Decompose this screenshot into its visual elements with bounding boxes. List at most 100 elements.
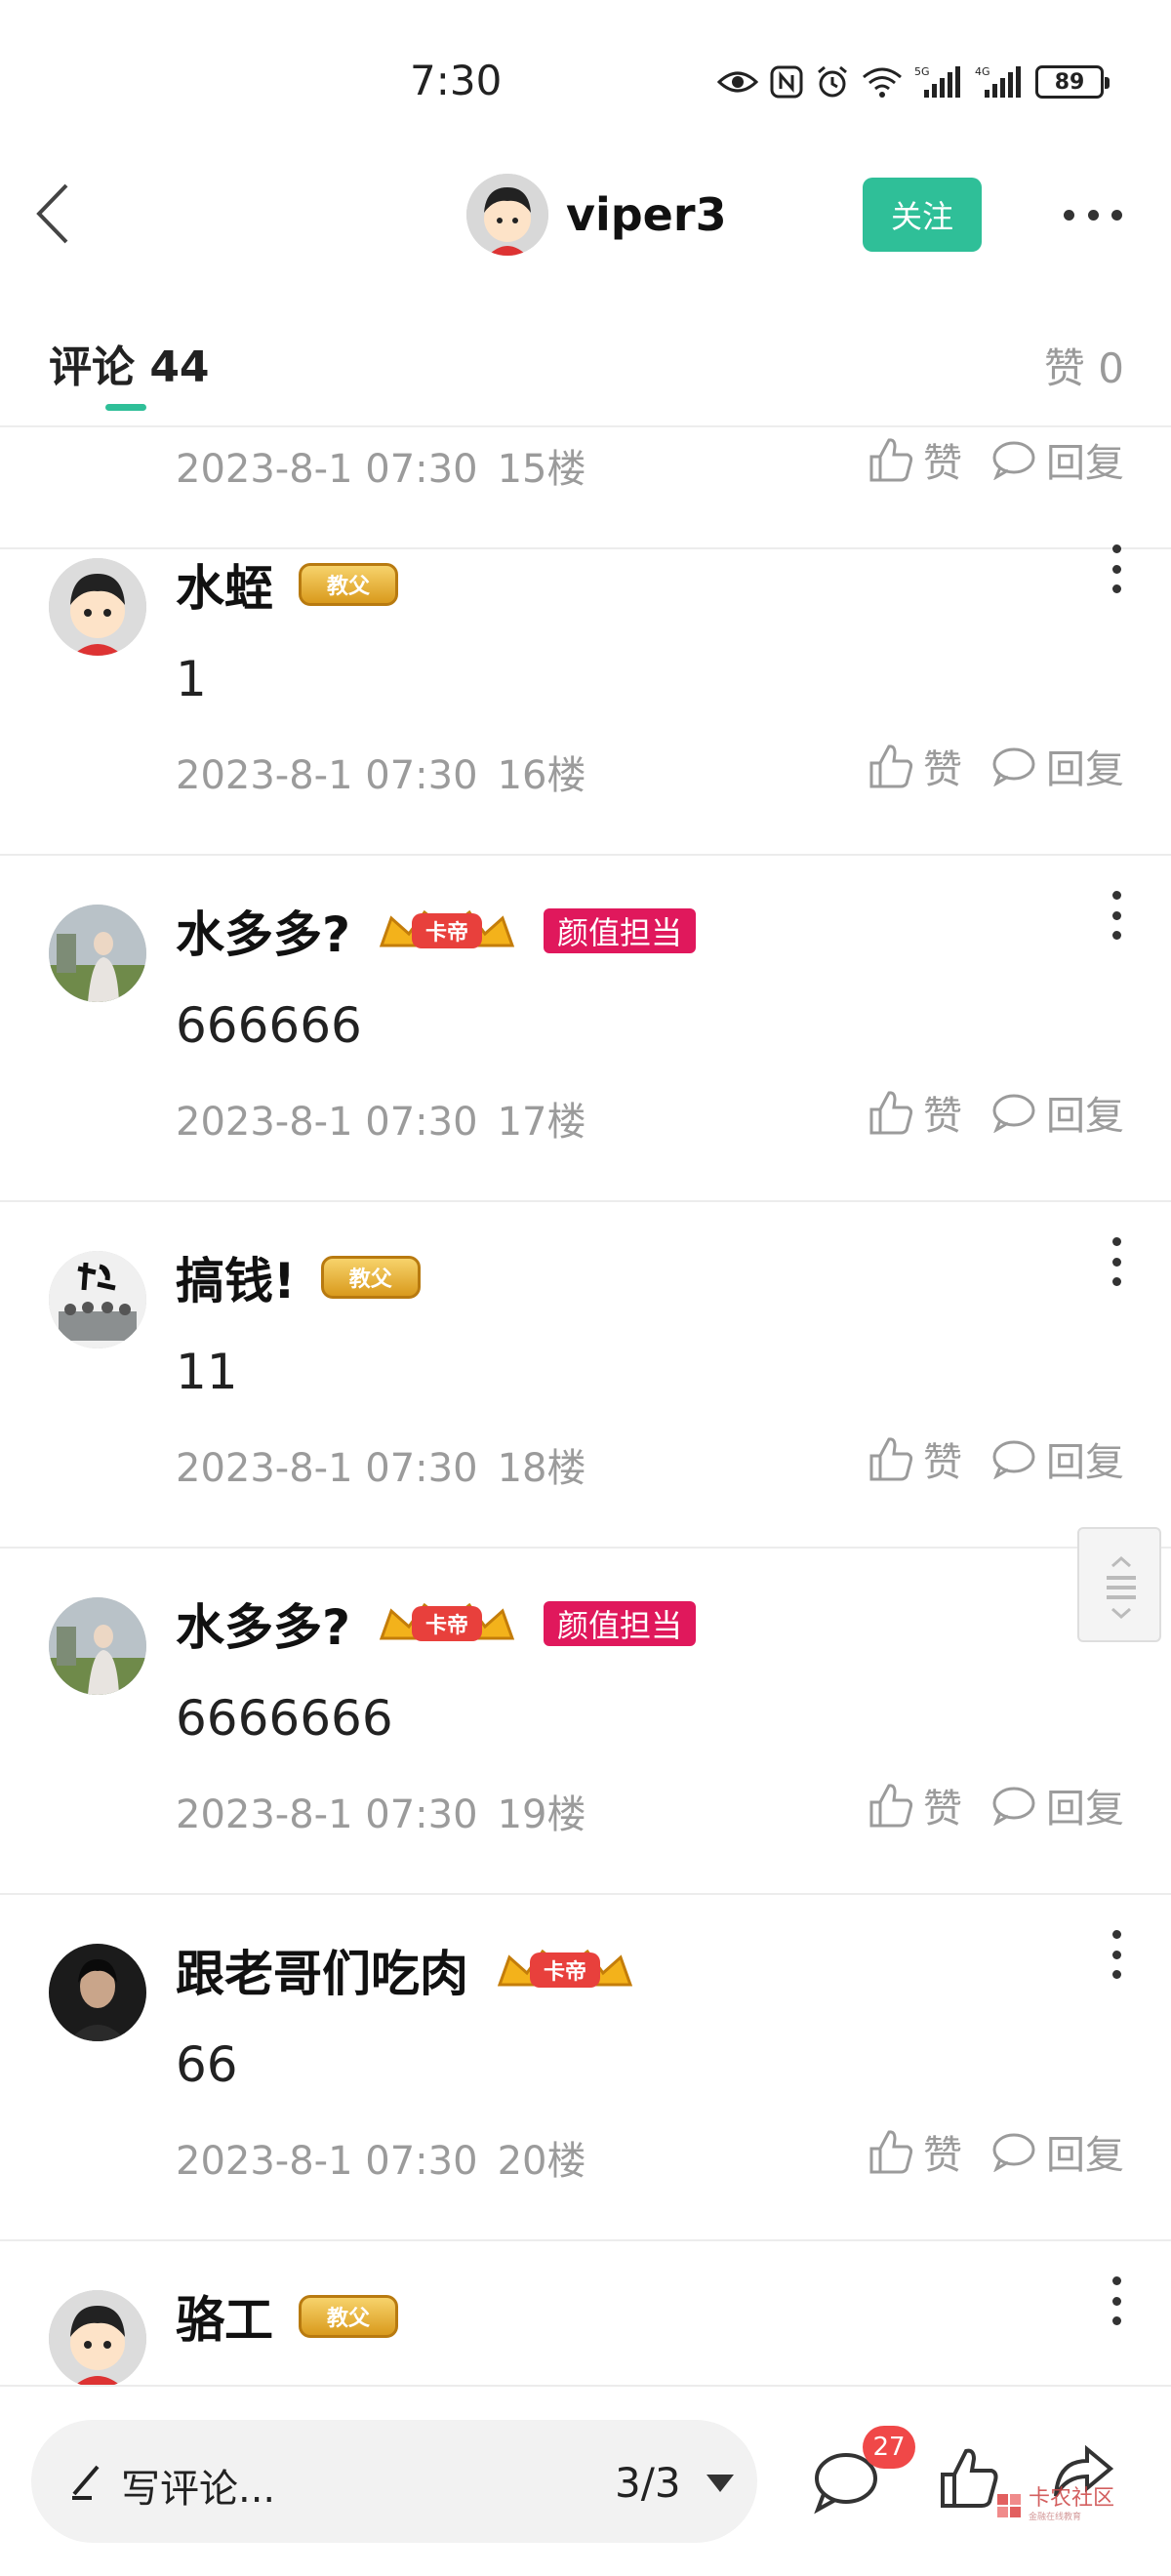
- reply-button[interactable]: 回复: [991, 1430, 1124, 1487]
- like-button[interactable]: 赞: [868, 431, 962, 488]
- avatar[interactable]: [49, 1251, 146, 1348]
- reply-button[interactable]: 回复: [991, 431, 1124, 488]
- tabs: 评论 44 赞 0: [0, 322, 1171, 420]
- reply-bubble-icon: [992, 1094, 1035, 1133]
- comment-header: 水蛭 教父: [176, 550, 398, 619]
- comment-item: 骆工 教父: [0, 2241, 1171, 2385]
- reply-label: 回复: [1046, 1094, 1124, 1139]
- badge-godfather: 教父: [299, 2295, 398, 2338]
- svg-text:4G: 4G: [975, 65, 990, 78]
- status-time: 7:30: [410, 57, 503, 104]
- badge-kadi: 卡帝: [376, 1599, 518, 1648]
- tab-comments[interactable]: 评论 44: [49, 332, 210, 394]
- reply-button[interactable]: 回复: [991, 738, 1124, 794]
- comment-text: 11: [176, 1344, 238, 1400]
- comment-count-badge: 27: [863, 2426, 915, 2469]
- comment-date: 2023-8-1 07:30: [176, 1100, 478, 1145]
- chevron-left-icon: [36, 183, 68, 244]
- more-vertical-icon[interactable]: [1107, 1237, 1126, 1286]
- caret-down-icon[interactable]: [707, 2475, 734, 2492]
- more-vertical-icon[interactable]: [1107, 2276, 1126, 2325]
- tab-likes[interactable]: 赞 0: [1044, 336, 1124, 395]
- avatar[interactable]: [49, 558, 146, 656]
- comment-header: 水多多? 卡帝 颜值担当: [176, 1589, 697, 1659]
- comment-input-placeholder: 写评论...: [121, 2467, 276, 2512]
- comment-username[interactable]: 水多多?: [176, 1589, 350, 1659]
- comment-date: 2023-8-1 07:30: [176, 753, 478, 798]
- reply-button[interactable]: 回复: [991, 2123, 1124, 2180]
- header: viper3 关注: [0, 166, 1171, 263]
- comment-meta: 2023-8-1 07:30 17楼: [176, 1090, 586, 1147]
- reply-label: 回复: [1046, 2133, 1124, 2178]
- comment-meta: 2023-8-1 07:30 18楼: [176, 1436, 586, 1493]
- comment-text: 66: [176, 2036, 238, 2093]
- comment-input[interactable]: 写评论... 3/3: [31, 2420, 757, 2543]
- comment-actions: 赞 回复: [868, 1430, 1124, 1487]
- like-button[interactable]: 赞: [868, 738, 962, 794]
- avatar[interactable]: [466, 174, 548, 256]
- comment-username[interactable]: 搞钱!: [176, 1242, 296, 1312]
- badge-kadi: 卡帝: [494, 1946, 636, 1994]
- more-vertical-icon[interactable]: [1107, 544, 1126, 593]
- thumbs-up-icon: [869, 438, 913, 482]
- comment-meta: 2023-8-1 07:30 19楼: [176, 1783, 586, 1839]
- eye-icon: [717, 68, 758, 96]
- signal-5g-icon: 5G: [914, 64, 963, 100]
- comment-username[interactable]: 水蛭: [176, 549, 273, 620]
- comment-floor: 15楼: [497, 447, 586, 492]
- avatar[interactable]: [49, 1944, 146, 2041]
- comment-username[interactable]: 跟老哥们吃肉: [176, 1935, 468, 2005]
- watermark: 卡农社区 金融在线教育: [995, 2488, 1114, 2522]
- comment-actions: 赞 回复: [868, 1084, 1124, 1141]
- follow-button[interactable]: 关注: [863, 178, 982, 252]
- thumbs-up-icon[interactable]: [939, 2445, 999, 2510]
- comment-text: 6666666: [176, 1690, 393, 1747]
- back-button[interactable]: [29, 180, 78, 248]
- thumbs-up-icon: [869, 2130, 913, 2174]
- page-indicator[interactable]: 3/3: [615, 2459, 681, 2507]
- comment-item: 水多多? 卡帝 颜值担当 6666666 2023-8-1 07:30 19楼 赞 回复: [0, 1549, 1171, 1895]
- reply-label: 回复: [1046, 747, 1124, 792]
- alarm-icon: [815, 64, 850, 100]
- comment-floor: 17楼: [497, 1100, 586, 1145]
- like-label: 赞: [923, 1787, 962, 1831]
- like-button[interactable]: 赞: [868, 1084, 962, 1141]
- like-button[interactable]: 赞: [868, 1777, 962, 1833]
- reply-button[interactable]: 回复: [991, 1084, 1124, 1141]
- avatar[interactable]: [49, 1597, 146, 1695]
- like-button[interactable]: 赞: [868, 1430, 962, 1487]
- header-username: viper3: [566, 188, 727, 241]
- watermark-text: 卡农社区: [1029, 2486, 1115, 2511]
- badge-kadi-label: 卡帝: [412, 913, 483, 948]
- like-label: 赞: [923, 747, 962, 792]
- comment-username[interactable]: 骆工: [176, 2281, 273, 2352]
- scroll-handle[interactable]: [1077, 1527, 1161, 1642]
- comment-username[interactable]: 水多多?: [176, 896, 350, 966]
- comment-floor: 19楼: [497, 1792, 586, 1837]
- comment-item: 水蛭 教父 1 2023-8-1 07:30 16楼 赞 回复: [0, 509, 1171, 856]
- bottom-bar: 写评论... 3/3 27 卡农社区 金融在线教育: [0, 2385, 1171, 2576]
- header-user[interactable]: viper3: [466, 174, 727, 256]
- reply-bubble-icon: [992, 1787, 1035, 1826]
- comment-header: 水多多? 卡帝 颜值担当: [176, 896, 697, 966]
- more-options-icon[interactable]: [1064, 195, 1122, 234]
- badge-kadi-label: 卡帝: [412, 1606, 483, 1641]
- comment-actions: 赞 回复: [868, 1777, 1124, 1833]
- comment-header: 搞钱! 教父: [176, 1243, 421, 1311]
- comment-date: 2023-8-1 07:30: [176, 1446, 478, 1491]
- comment-actions: 赞 回复: [868, 738, 1124, 794]
- reply-bubble-icon: [992, 1440, 1035, 1479]
- more-vertical-icon[interactable]: [1107, 1930, 1126, 1979]
- avatar[interactable]: [49, 2290, 146, 2385]
- svg-text:5G: 5G: [914, 65, 930, 78]
- more-vertical-icon[interactable]: [1107, 891, 1126, 940]
- comment-item: 搞钱! 教父 11 2023-8-1 07:30 18楼 赞 回复: [0, 1202, 1171, 1549]
- avatar[interactable]: [49, 905, 146, 1002]
- like-button[interactable]: 赞: [868, 2123, 962, 2180]
- badge-godfather: 教父: [320, 1256, 421, 1299]
- reply-button[interactable]: 回复: [991, 1777, 1124, 1833]
- comment-floor: 16楼: [497, 753, 586, 798]
- comment-date: 2023-8-1 07:30: [176, 2139, 478, 2184]
- status-icons: 5G 4G 89: [717, 64, 1110, 100]
- comment-header: 骆工 教父: [176, 2282, 398, 2351]
